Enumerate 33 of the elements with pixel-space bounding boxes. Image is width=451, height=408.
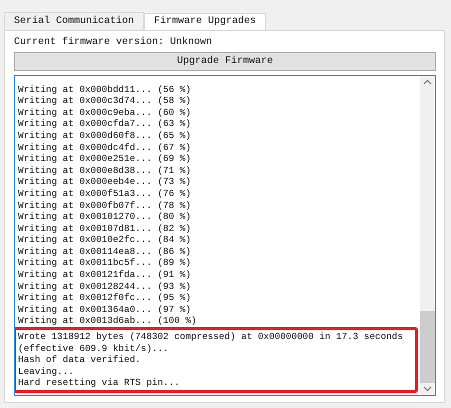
log-line: Writing at 0x001364a0... (97 %)	[18, 304, 192, 316]
log-line: Wrote 1318912 bytes (748302 compressed) at 0x00000000 in 17.3 seconds (effective 609.9 kbit/s)...	[18, 331, 404, 354]
log-line: Writing at 0x0013d6ab... (100 %)	[18, 315, 198, 328]
log-line: Writing at 0x000e251e... (69 %)	[18, 153, 192, 165]
log-line: Writing at 0x0010e2fc... (84 %)	[18, 234, 192, 246]
log-line: Writing at 0x000bdd11... (56 %)	[18, 84, 192, 96]
log-line: Writing at 0x000f51a3... (76 %)	[18, 188, 192, 200]
log-line: Writing at 0x000d60f8... (65 %)	[18, 130, 192, 142]
log-line: Writing at 0x000cfda7... (63 %)	[18, 118, 192, 130]
log-line: Writing at 0x00114ea8... (86 %)	[18, 246, 192, 258]
log-line: Writing at 0x000c3d74... (58 %)	[18, 95, 192, 107]
scroll-down-icon[interactable]	[423, 386, 432, 392]
scrollbar[interactable]	[420, 76, 435, 395]
log-line: Writing at 0x000c9eba... (60 %)	[18, 106, 192, 118]
log-line: Writing at 0x0011bc5f... (89 %)	[18, 257, 192, 270]
upgrade-firmware-button[interactable]: Upgrade Firmware	[14, 52, 436, 71]
log-line: Writing at 0x000dc4fd... (67 %)	[18, 142, 192, 154]
log-line: Writing at 0x00128244... (93 %)	[18, 280, 192, 292]
log-line: Hash of data verified.	[18, 354, 142, 366]
scrollbar-thumb[interactable]	[420, 311, 435, 383]
log-line: Writing at 0x0012f0fc... (95 %)	[18, 292, 192, 304]
log-line: Writing at 0x00107d81... (82 %)	[18, 222, 192, 234]
log-line: Hard resetting via RTS pin...	[18, 377, 181, 389]
scroll-up-icon[interactable]	[423, 79, 432, 85]
log-line: Leaving...	[18, 366, 75, 378]
log-line: Writing at 0x000eeb4e... (73 %)	[18, 176, 192, 188]
log-line: Writing at 0x000e8d38... (71 %)	[18, 164, 192, 176]
tab[interactable]: Firmware Upgrades	[144, 13, 266, 30]
tab[interactable]: Serial Communication	[4, 12, 144, 30]
firmware-version-label: Current firmware version: Unknown	[14, 36, 214, 50]
log-line: Writing at 0x00101270... (80 %)	[18, 211, 192, 223]
log-line: Writing at 0x000fb07f... (78 %)	[18, 200, 192, 212]
log-line: Writing at 0x00121fda... (91 %)	[18, 269, 192, 281]
